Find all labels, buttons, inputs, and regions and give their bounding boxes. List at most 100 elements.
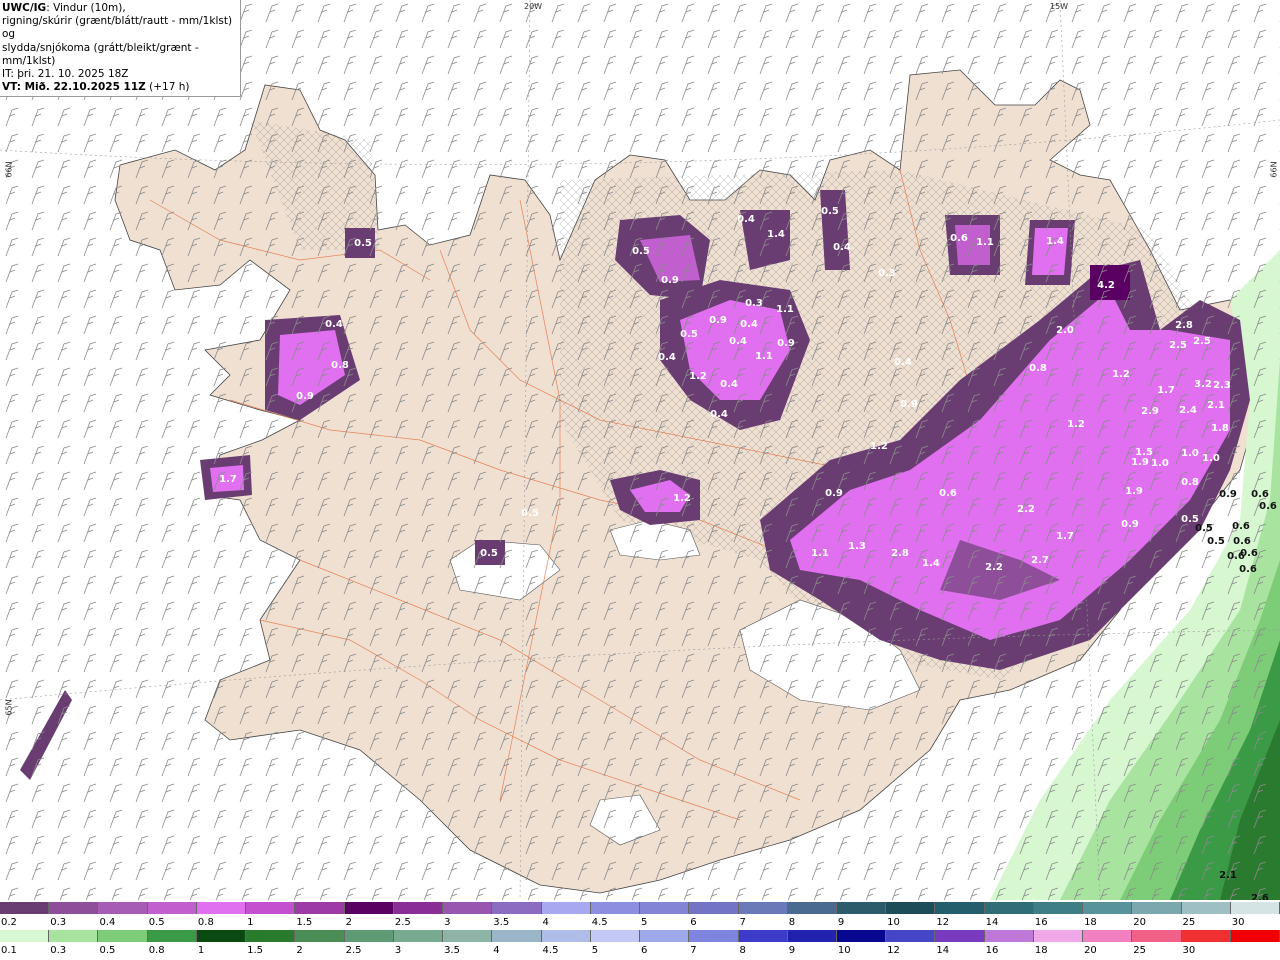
rain-legend-swatch — [393, 930, 444, 942]
snow-value-label: 0.8 — [331, 360, 349, 371]
rain-legend-label: 9 — [788, 945, 796, 956]
snow-legend-swatch — [541, 902, 591, 914]
rain-legend-swatch — [640, 930, 690, 942]
rain-legend-swatch — [886, 930, 936, 942]
snow-value-label: 0.9 — [709, 315, 727, 326]
snow-value-label: 1.1 — [976, 237, 994, 248]
rain-legend-swatch — [147, 930, 197, 942]
snow-legend-label: 9 — [837, 917, 845, 928]
rain-legend-swatch — [1132, 930, 1182, 942]
snow-value-label: 0.4 — [894, 357, 912, 368]
snow-value-label: 0.4 — [737, 214, 755, 225]
snow-value-label: 1.9 — [1125, 486, 1143, 497]
snow-value-label: 0.3 — [878, 268, 896, 279]
snow-legend-swatch — [49, 902, 99, 914]
snow-legend-label: 3 — [444, 917, 451, 928]
snow-value-label: 0.6 — [939, 488, 957, 499]
snow-value-label: 0.6 — [950, 233, 968, 244]
snow-legend-label: 0.2 — [1, 917, 17, 928]
snow-legend-label: 0.3 — [50, 917, 67, 928]
rain-value-label: 0.6 — [1233, 536, 1251, 547]
snow-legend-label: 4.5 — [591, 917, 608, 928]
rain-legend-swatch — [984, 930, 1034, 942]
rain-value-label: 2.1 — [1219, 870, 1237, 881]
header-line3: slydda/snjókoma (grátt/bleikt/grænt - mm… — [2, 41, 199, 67]
snow-value-label: 4.2 — [1097, 280, 1115, 291]
rain-legend-label: 3.5 — [444, 945, 460, 956]
rain-value-label: 0.9 — [1219, 489, 1237, 500]
snow-legend-label: 0.4 — [99, 917, 116, 928]
rain-legend-label: 4.5 — [542, 945, 559, 956]
snow-legend-label: 3.5 — [493, 917, 510, 928]
rain-legend-swatch — [98, 930, 148, 942]
rain-value-label: 2.6 — [1251, 893, 1269, 900]
snow-legend-label: 14 — [985, 917, 999, 928]
snow-legend-label: 10 — [887, 917, 900, 928]
rain-legend-swatch — [0, 930, 50, 942]
snow-legend-label: 20 — [1133, 917, 1147, 928]
rain-legend-swatch — [1033, 930, 1084, 942]
snow-legend-label: 7 — [739, 917, 746, 928]
snow-value-label: 0.9 — [900, 399, 918, 410]
snow-legend-label: 25 — [1182, 917, 1196, 928]
snow-legend-swatch — [590, 902, 641, 914]
grid-label-66n-right: 66N — [1269, 161, 1279, 178]
snow-value-label: 0.5 — [354, 238, 372, 249]
snow-legend-label: 8 — [788, 917, 796, 928]
snow-value-label: 1.8 — [1211, 423, 1229, 434]
rain-legend-label: 16 — [985, 945, 999, 956]
snow-value-label: 1.1 — [755, 351, 773, 362]
snow-legend-label: 6 — [690, 917, 697, 928]
snow-value-label: 1.2 — [870, 441, 888, 452]
rain-legend: 0.1 0.3 0.5 0.8 1 1.5 2 2.5 3 3.5 4 4.5 5 6 7 8 9 10 12 14 1… — [0, 930, 1280, 958]
rain-legend-label: 1.5 — [247, 945, 264, 956]
snow-value-label: 0.4 — [720, 379, 738, 390]
snow-legend-label: 2 — [345, 917, 352, 928]
snow-value-label: 0.5 — [480, 548, 498, 559]
header-line4: IT: þri. 21. 10. 2025 18Z — [2, 68, 129, 81]
grid-label-66n-left: 66N — [4, 161, 14, 178]
snow-legend-swatch — [344, 902, 394, 914]
snow-legend-swatch — [1132, 902, 1182, 914]
grid-label-20w: 20W — [524, 2, 543, 11]
snow-legend-swatch — [0, 902, 50, 914]
snow-value-label: 2.7 — [1031, 555, 1049, 566]
valid-time: VT: Mið. 22.10.2025 11Z — [2, 81, 146, 94]
rain-legend-swatch — [1181, 930, 1231, 942]
weather-map: 0.50.40.80.91.70.50.51.20.50.90.50.90.41… — [0, 0, 1280, 900]
rain-value-label: 0.5 — [1195, 523, 1213, 534]
snow-value-label: 0.5 — [521, 508, 539, 519]
snow-value-label: 2.8 — [891, 548, 909, 559]
snow-value-label: 0.8 — [1029, 363, 1047, 374]
rain-legend-label: 1 — [197, 945, 205, 956]
rain-legend-swatch — [1083, 930, 1133, 942]
snow-value-label: 0.9 — [1121, 519, 1139, 530]
snow-value-label: 3.2 — [1194, 379, 1212, 390]
snow-value-label: 1.4 — [922, 558, 940, 569]
snow-legend-label: 16 — [1034, 917, 1048, 928]
snow-legend-swatch — [738, 902, 788, 914]
snow-value-label: 1.2 — [1112, 369, 1130, 380]
rain-legend-label: 10 — [837, 945, 851, 956]
snow-value-label: 0.3 — [745, 298, 763, 309]
snow-value-label: 0.9 — [777, 338, 795, 349]
rain-legend-swatch — [1230, 930, 1280, 942]
rain-legend-swatch — [344, 930, 394, 942]
snow-value-label: 0.9 — [825, 488, 843, 499]
rain-legend-label: 2 — [296, 945, 303, 956]
snow-legend-label: 12 — [936, 917, 950, 928]
snow-value-label: 0.8 — [1181, 477, 1199, 488]
snow-value-label: 0.9 — [661, 275, 679, 286]
rain-legend-label: 20 — [1084, 945, 1097, 956]
rain-legend-label: 7 — [690, 945, 697, 956]
snow-value-label: 0.4 — [710, 409, 728, 420]
header-line2: rigning/skúrir (grænt/blátt/rautt - mm/1… — [2, 15, 233, 41]
snow-value-label: 1.7 — [1157, 385, 1175, 396]
rain-legend-swatch — [541, 930, 591, 942]
map-info-box: UWC/IG: Vindur (10m), rigning/skúrir (gr… — [0, 0, 241, 98]
snow-legend-swatch — [935, 902, 985, 914]
snow-legend-swatch — [836, 902, 887, 914]
snow-value-label: 1.0 — [1151, 458, 1169, 469]
snow-legend-swatch — [1230, 902, 1280, 914]
rain-legend-label: 0.8 — [148, 945, 165, 956]
